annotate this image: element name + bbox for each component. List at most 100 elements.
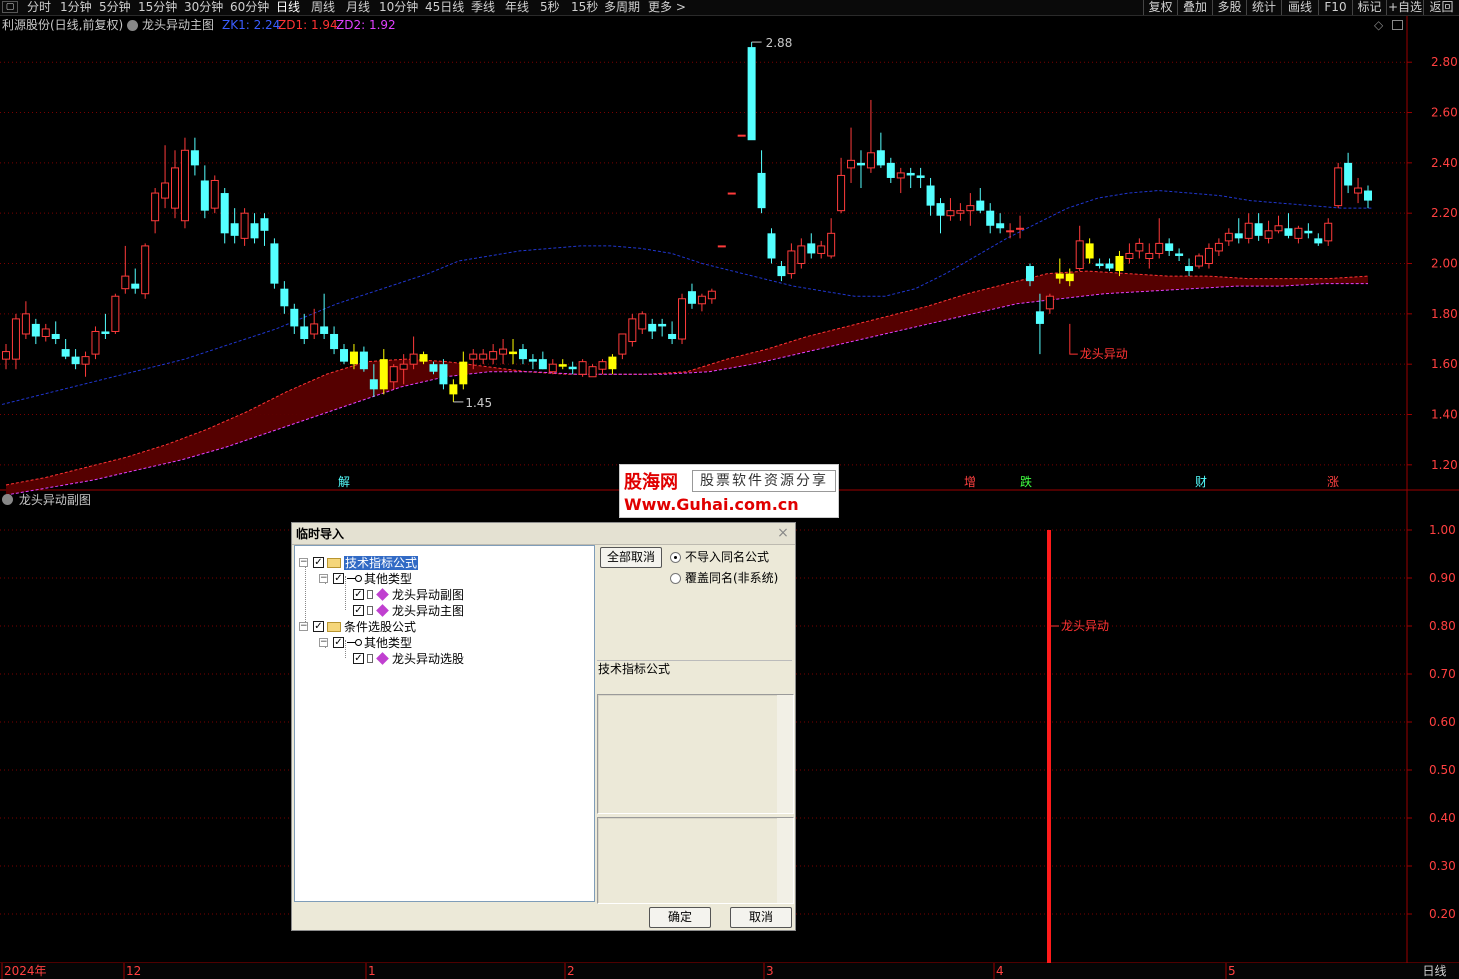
period-tab-2[interactable]: 5分钟 (99, 0, 131, 15)
candle-body (479, 353, 488, 360)
period-tab-15[interactable]: 多周期 (604, 0, 640, 15)
candle-body (558, 364, 567, 367)
checkbox-checked-icon[interactable]: ✓ (353, 653, 364, 664)
candle-body (797, 245, 806, 265)
period-tab-13[interactable]: 5秒 (540, 0, 560, 15)
collapse-icon[interactable]: − (319, 574, 328, 583)
candle-body (220, 193, 229, 234)
period-tab-9[interactable]: 10分钟 (379, 0, 418, 15)
toolbar-button-5[interactable]: F10 (1318, 0, 1352, 15)
period-tab-8[interactable]: 月线 (346, 0, 370, 15)
period-tab-4[interactable]: 30分钟 (184, 0, 223, 15)
period-tab-6[interactable]: 日线 (276, 0, 300, 15)
period-tab-3[interactable]: 15分钟 (138, 0, 177, 15)
period-tab-10[interactable]: 45日线 (425, 0, 464, 15)
folder-icon (327, 557, 341, 568)
candle-body (499, 348, 508, 355)
radio-overwrite-duplicate[interactable]: 覆盖同名(非系统) (670, 570, 778, 586)
sub-tick-label: 0.80 (1429, 619, 1456, 633)
tree-node-label: 条件选股公式 (344, 619, 417, 634)
candle-body (876, 150, 885, 166)
candle-body (1065, 273, 1074, 282)
candle-body (1125, 252, 1134, 259)
candle-body (956, 210, 965, 214)
signal-bar (1047, 530, 1051, 963)
description-scrollbar[interactable] (777, 695, 793, 813)
close-icon[interactable]: × (775, 524, 791, 542)
toolbar-button-7[interactable]: +自选 (1386, 0, 1423, 15)
collapse-icon[interactable]: − (319, 638, 328, 647)
period-tab-14[interactable]: 15秒 (571, 0, 598, 15)
toolbar-menu-icon[interactable]: ▢ (2, 1, 18, 13)
toolbar-button-8[interactable]: 返回 (1423, 0, 1459, 15)
candle-body (300, 326, 309, 340)
candle-body (668, 333, 677, 340)
candle-body (61, 349, 70, 357)
tree-node-1[interactable]: − ✓ 其他类型 (319, 570, 412, 586)
sub-indicator-name[interactable]: 龙头异动副图 (19, 493, 91, 507)
sub-signal-label: 龙头异动 (1061, 619, 1109, 633)
radio-skip-label: 不导入同名公式 (685, 550, 770, 564)
period-tab-11[interactable]: 季线 (471, 0, 495, 15)
candle-body (1045, 295, 1054, 310)
checkbox-checked-icon[interactable]: ✓ (353, 605, 364, 616)
max-price-label: 2.88 (766, 36, 793, 50)
candle-body (429, 364, 438, 372)
period-tab-0[interactable]: 分时 (27, 0, 51, 15)
candles (2, 42, 1372, 402)
tree-node-5[interactable]: − ✓ 其他类型 (319, 634, 412, 650)
toolbar-button-6[interactable]: 标记 (1352, 0, 1386, 15)
checkbox-checked-icon[interactable]: ✓ (313, 557, 324, 568)
cancel-button[interactable]: 取消 (730, 907, 792, 928)
toolbar-button-0[interactable]: 复权 (1143, 0, 1177, 15)
cancel-all-button[interactable]: 全部取消 (600, 547, 662, 568)
main-tick-label: 2.20 (1431, 206, 1458, 220)
description-box[interactable] (597, 694, 794, 814)
tree-node-6[interactable]: ✓ 龙头异动选股 (339, 650, 464, 666)
candle-body (538, 359, 547, 370)
checkbox-checked-icon[interactable]: ✓ (353, 589, 364, 600)
collapse-icon[interactable]: − (299, 558, 308, 567)
tree-node-4[interactable]: − ✓ 条件选股公式 (299, 618, 416, 634)
period-tab-12[interactable]: 年线 (505, 0, 529, 15)
tree-node-0[interactable]: − ✓ 技术指标公式 (299, 554, 419, 570)
candle-body (817, 245, 826, 254)
sub-indicator-dropdown-icon[interactable] (2, 494, 13, 505)
toolbar-button-2[interactable]: 多股 (1212, 0, 1246, 15)
candle-body (111, 295, 120, 332)
logo-url: Www.Guhai.com.cn (624, 495, 799, 514)
radio-selected-icon (670, 552, 681, 563)
tree-node-2[interactable]: ✓ 龙头异动副图 (339, 586, 464, 602)
period-tab-16[interactable]: 更多 > (648, 0, 686, 15)
period-tab-1[interactable]: 1分钟 (60, 0, 92, 15)
candle-body (250, 223, 259, 239)
detail-scrollbar[interactable] (777, 818, 793, 903)
toolbar-button-3[interactable]: 统计 (1246, 0, 1281, 15)
info-label: 技术指标公式 (598, 662, 671, 676)
date-label: 5 (1228, 964, 1236, 978)
period-indicator[interactable]: 日线 (1410, 963, 1459, 979)
toolbar-button-4[interactable]: 画线 (1281, 0, 1318, 15)
checkbox-checked-icon[interactable]: ✓ (333, 573, 344, 584)
checkbox-checked-icon[interactable]: ✓ (313, 621, 324, 632)
date-label: 4 (996, 964, 1004, 978)
radio-skip-duplicate[interactable]: 不导入同名公式 (670, 549, 769, 565)
signal-label: 龙头异动 (1080, 347, 1128, 361)
candle-body (369, 379, 378, 390)
period-tab-7[interactable]: 周线 (311, 0, 335, 15)
sub-tick-label: 0.60 (1429, 715, 1456, 729)
candle-body (866, 152, 875, 169)
candle-body (439, 364, 448, 385)
ok-button[interactable]: 确定 (649, 907, 711, 928)
candle-body (1115, 255, 1124, 272)
tree-node-3[interactable]: ✓ 龙头异动主图 (339, 602, 464, 618)
detail-box[interactable] (597, 817, 794, 904)
event-label: 增 (964, 475, 976, 489)
main-tick-label: 1.80 (1431, 307, 1458, 321)
collapse-icon[interactable]: − (299, 622, 308, 631)
formula-tree[interactable]: − ✓ 技术指标公式 − ✓ 其他类型 ✓ 龙头异动副图 ✓ 龙头异动主图 − ✓ 条件选股公式 − ✓ 其他… (294, 545, 595, 902)
candle-body (11, 318, 20, 360)
toolbar-button-1[interactable]: 叠加 (1177, 0, 1212, 15)
period-tab-5[interactable]: 60分钟 (230, 0, 269, 15)
checkbox-checked-icon[interactable]: ✓ (333, 637, 344, 648)
